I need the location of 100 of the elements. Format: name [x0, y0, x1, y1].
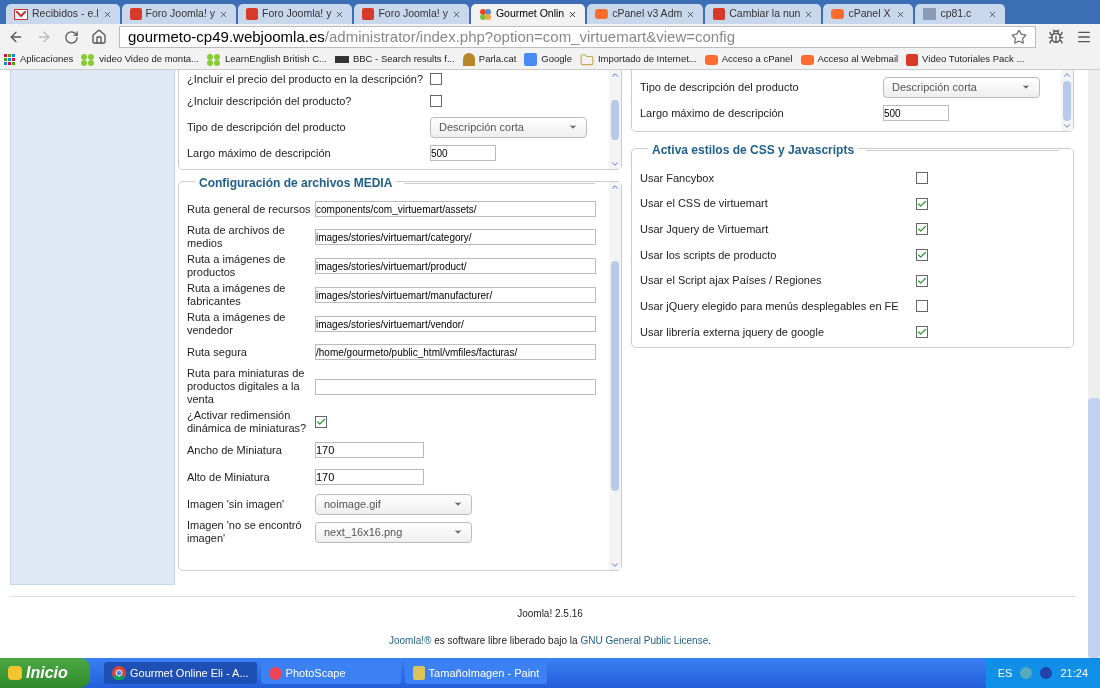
checkbox[interactable] — [916, 300, 928, 313]
bookmark[interactable]: Google — [524, 52, 572, 67]
checkbox[interactable] — [916, 274, 928, 287]
input-field[interactable]: 170 — [315, 442, 424, 458]
menu-icon[interactable] — [1076, 29, 1092, 45]
extension-icon[interactable] — [1048, 29, 1064, 45]
browser-tab[interactable]: cPanel X — [823, 4, 914, 24]
input-field[interactable]: images/stories/virtuemart/product/ — [315, 258, 596, 274]
checkbox[interactable] — [916, 223, 928, 236]
page-scrollbar[interactable] — [1088, 70, 1100, 658]
tray-icon[interactable] — [1040, 667, 1053, 679]
taskbar-button[interactable]: TamañoImagen - Paint — [404, 662, 548, 684]
checkbox[interactable] — [430, 95, 442, 107]
back-icon[interactable] — [8, 29, 24, 45]
apps-icon — [4, 53, 16, 66]
field-label: Largo máximo de descripción — [640, 105, 785, 121]
chrome-icon — [112, 666, 126, 680]
dropdown[interactable]: Descripción corta — [430, 116, 587, 138]
caret-icon — [453, 499, 463, 509]
scroll-down-icon[interactable] — [610, 560, 620, 570]
home-icon[interactable] — [91, 29, 107, 45]
checkbox[interactable] — [315, 416, 327, 428]
scrollbar[interactable] — [609, 70, 621, 169]
bookmark[interactable]: Aplicaciones — [4, 52, 74, 67]
bookmark[interactable]: Acceso al Webmail — [800, 52, 899, 67]
bookmark[interactable]: Importado de Internet... — [579, 52, 697, 67]
close-icon[interactable] — [451, 9, 461, 19]
field-label: Usar Jquery de Virtuemart — [640, 221, 770, 237]
scrollbar[interactable] — [1061, 70, 1073, 131]
folder-icon — [579, 52, 594, 67]
bookmark[interactable]: video Video de monta... — [81, 52, 199, 67]
mail-icon — [14, 8, 28, 20]
checkbox[interactable] — [430, 73, 442, 85]
scroll-down-icon[interactable] — [1062, 121, 1072, 131]
field-label: Tipo de descripción del producto — [640, 79, 800, 95]
scrollbar[interactable] — [609, 182, 621, 570]
reload-icon[interactable] — [64, 29, 79, 45]
dropdown[interactable]: Descripción corta — [883, 76, 1040, 98]
browser-tab[interactable]: Cambiar la nun — [705, 4, 822, 24]
browser-tab[interactable]: Recibidos - e.l — [6, 4, 120, 24]
version-text: Joomla! 2.5.16 — [517, 607, 583, 621]
close-icon[interactable] — [988, 9, 998, 19]
scroll-up-icon[interactable] — [610, 70, 620, 80]
taskbar-button[interactable]: PhotoScape — [260, 662, 401, 684]
caret-icon — [568, 122, 578, 132]
dropdown[interactable]: noimage.gif — [315, 493, 472, 515]
field-label: Imagen 'sin imagen' — [187, 497, 286, 511]
browser-tab[interactable]: Foro Joomla! y — [238, 4, 353, 24]
input-field[interactable]: components/com_virtuemart/assets/ — [315, 201, 596, 217]
field-label: Ruta general de recursos — [187, 202, 312, 216]
input-field[interactable]: images/stories/virtuemart/vendor/ — [315, 316, 596, 332]
taskbar-button[interactable]: Gourmet Online Eli - A... — [104, 662, 257, 684]
joomla-link[interactable]: Joomla!® — [389, 635, 432, 646]
address-bar[interactable]: gourmeto-cp49.webjoomla.es/administrator/index.php?option=com_virtuemart&view=config — [119, 26, 1036, 48]
browser-tab[interactable]: Foro Joomla! y — [354, 4, 469, 24]
field-label: Alto de Miniatura — [187, 470, 271, 484]
close-icon[interactable] — [896, 9, 906, 19]
start-button[interactable]: Inicio — [0, 658, 90, 688]
input-field[interactable]: 500 — [430, 145, 496, 161]
input-field[interactable]: /home/gourmeto/public_html/vmfiles/facturas/ — [315, 344, 596, 360]
close-icon[interactable] — [102, 9, 112, 19]
close-icon[interactable] — [686, 9, 696, 19]
field-label: ¿Incluir descripción del producto? — [187, 93, 353, 109]
field-label: Largo máximo de descripción — [187, 145, 332, 161]
field-label: Ruta a imágenes de fabricantes — [187, 282, 287, 308]
browser-tab[interactable]: cPanel v3 Adm — [587, 4, 704, 24]
close-icon[interactable] — [335, 9, 345, 19]
close-icon[interactable] — [219, 9, 228, 19]
dropdown[interactable]: next_16x16.png — [315, 521, 472, 543]
checkbox[interactable] — [916, 197, 928, 210]
checkbox[interactable] — [916, 171, 928, 184]
field-label: Usar jQuery elegido para menús desplegables en FE — [640, 299, 900, 315]
bookmark[interactable]: Acceso a cPanel — [704, 52, 793, 67]
bookmark[interactable]: LearnEnglish British C... — [207, 52, 327, 67]
bookmark[interactable]: Parla.cat — [462, 52, 517, 67]
browser-tab[interactable]: cp81.c — [915, 4, 1006, 24]
scroll-down-icon[interactable] — [610, 159, 620, 169]
browser-tab[interactable]: Gourmet Onlin — [470, 4, 586, 24]
bookmark[interactable]: Video Tutoriales Pack ... — [906, 52, 1025, 67]
input-field[interactable]: images/stories/virtuemart/manufacturer/ — [315, 287, 596, 303]
field-label: ¿Activar redimensión dinámica de miniaturas? — [187, 409, 308, 435]
field-label: Usar los scripts de producto — [640, 247, 778, 263]
scroll-up-icon[interactable] — [1062, 70, 1072, 80]
input-field[interactable]: 500 — [883, 105, 949, 121]
checkbox[interactable] — [916, 248, 928, 261]
input-field[interactable]: images/stories/virtuemart/category/ — [315, 229, 596, 245]
scroll-up-icon[interactable] — [610, 182, 620, 192]
close-icon[interactable] — [804, 9, 814, 19]
input-field[interactable] — [315, 378, 596, 395]
caret-icon — [1021, 82, 1031, 92]
field-label: Ancho de Miniatura — [187, 443, 283, 457]
input-field[interactable]: 170 — [315, 469, 424, 485]
field-label: Usar el CSS de virtuemart — [640, 196, 769, 212]
clock: 21:24 — [1060, 665, 1088, 681]
bookmark-star-icon[interactable] — [1011, 29, 1027, 45]
field-label: ¿Incluir el precio del producto en la descripción? — [187, 71, 425, 87]
checkbox[interactable] — [916, 325, 928, 338]
bookmark[interactable]: BBC - Search results f... — [334, 52, 455, 67]
browser-tab[interactable]: Foro Joomla! y — [121, 4, 236, 24]
close-icon[interactable] — [568, 9, 578, 19]
